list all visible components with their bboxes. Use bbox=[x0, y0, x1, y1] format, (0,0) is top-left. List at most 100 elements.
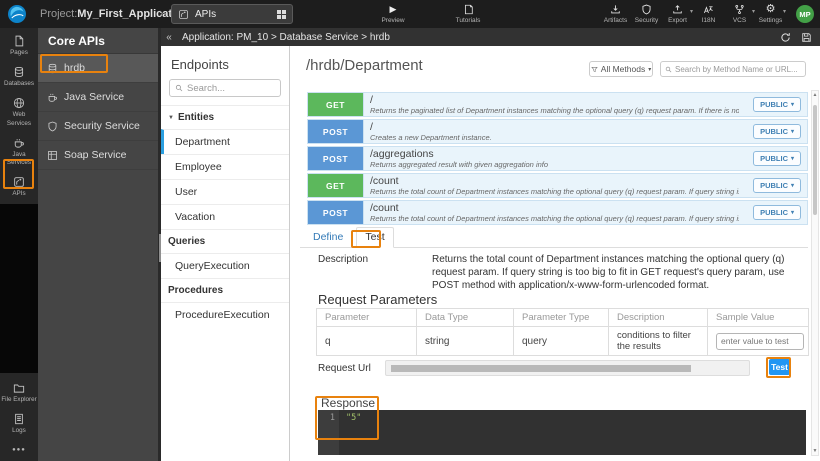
service-item-java-service[interactable]: Java Service bbox=[38, 83, 158, 112]
service-item-security-service[interactable]: Security Service bbox=[38, 112, 158, 141]
project-breadcrumb[interactable]: Project:My_First_Application bbox=[40, 8, 189, 20]
sidebar-item-databases[interactable]: Databases bbox=[0, 61, 38, 92]
service-item-soap-service[interactable]: Soap Service bbox=[38, 141, 158, 170]
access-level-dropdown[interactable]: PUBLIC▾ bbox=[753, 178, 801, 193]
upload-icon bbox=[672, 4, 683, 15]
description-label: Description bbox=[318, 254, 368, 265]
method-row-post-aggregations[interactable]: POST /aggregations Returns aggregated re… bbox=[307, 146, 808, 171]
tab-define[interactable]: Define bbox=[300, 228, 356, 247]
preview-button[interactable]: ▶ Preview bbox=[375, 4, 411, 24]
method-path: / bbox=[370, 122, 739, 133]
tutorials-button[interactable]: Tutorials bbox=[448, 4, 488, 24]
shield-icon bbox=[641, 4, 652, 15]
save-icon[interactable] bbox=[801, 32, 812, 43]
caret-down-icon: ▾ bbox=[791, 182, 794, 189]
sidebar-item-apis[interactable]: APIs bbox=[0, 171, 38, 202]
sidebar-item-file-explorer[interactable]: File Explorer bbox=[0, 377, 38, 408]
search-icon bbox=[665, 66, 672, 73]
topbar-actions: Artifacts Security Export ▾ I18N VCS ▾ bbox=[600, 4, 786, 24]
method-path: / bbox=[370, 95, 739, 106]
all-methods-dropdown[interactable]: All Methods ▾ bbox=[589, 61, 653, 77]
sidebar-item-java-services[interactable]: Java Services bbox=[0, 132, 38, 171]
endpoints-panel: Endpoints ▼ Entities Department Employee… bbox=[161, 46, 290, 461]
security-button[interactable]: Security bbox=[631, 4, 662, 24]
api-icon bbox=[178, 9, 189, 20]
vertical-scrollbar[interactable]: ▲ ▼ bbox=[811, 90, 819, 456]
workspace-selector[interactable]: APIs bbox=[171, 4, 293, 24]
endpoint-item-queryexecution[interactable]: QueryExecution bbox=[161, 253, 289, 278]
response-title: Response bbox=[321, 396, 375, 410]
export-button[interactable]: Export ▾ bbox=[662, 4, 693, 24]
branch-icon bbox=[734, 4, 745, 15]
vcs-button[interactable]: VCS ▾ bbox=[724, 4, 755, 24]
service-item-hrdb[interactable]: hrdb bbox=[38, 54, 158, 83]
request-url-field[interactable] bbox=[385, 360, 750, 376]
breadcrumb: Application: PM_10 > Database Service > … bbox=[182, 32, 390, 43]
settings-button[interactable]: ⚙ Settings ▾ bbox=[755, 4, 786, 24]
translate-icon bbox=[703, 4, 714, 15]
col-description: Description bbox=[609, 309, 708, 327]
scroll-down-icon[interactable]: ▼ bbox=[812, 448, 818, 454]
method-verb-badge: GET bbox=[308, 174, 363, 197]
sidebar-item-web-services[interactable]: Web Services bbox=[0, 92, 38, 131]
endpoint-item-procedureexecution[interactable]: ProcedureExecution bbox=[161, 302, 289, 327]
play-icon: ▶ bbox=[390, 4, 397, 15]
method-row-get-count[interactable]: GET /count Returns the total count of De… bbox=[307, 173, 808, 198]
caret-down-icon: ▼ bbox=[168, 115, 174, 121]
method-row-get-root[interactable]: GET / Returns the paginated list of Depa… bbox=[307, 92, 808, 117]
cell-sample-value bbox=[708, 327, 809, 356]
access-level-dropdown[interactable]: PUBLIC▾ bbox=[753, 97, 801, 112]
chevron-right-icon: › bbox=[159, 5, 163, 20]
endpoints-section-queries[interactable]: Queries bbox=[161, 229, 289, 253]
grid-icon[interactable] bbox=[277, 10, 286, 19]
sidebar-item-logs[interactable]: Logs bbox=[0, 408, 38, 439]
search-icon bbox=[175, 84, 183, 92]
artifacts-button[interactable]: Artifacts bbox=[600, 4, 631, 24]
method-search-input[interactable] bbox=[675, 65, 801, 74]
scroll-up-icon[interactable]: ▲ bbox=[812, 92, 818, 98]
more-options-button[interactable]: ●●● bbox=[0, 439, 38, 455]
user-avatar[interactable]: MP bbox=[796, 5, 814, 23]
endpoints-search-input[interactable] bbox=[187, 83, 275, 94]
redacted-url-value bbox=[391, 365, 691, 372]
endpoint-item-department[interactable]: Department bbox=[161, 129, 289, 154]
request-url-label: Request Url bbox=[318, 363, 371, 374]
scrollbar-thumb[interactable] bbox=[813, 105, 817, 215]
line-number: 1 bbox=[330, 413, 335, 423]
method-description: Returns the paginated list of Department… bbox=[370, 106, 739, 115]
caret-down-icon: ▾ bbox=[791, 155, 794, 162]
caret-down-icon: ▾ bbox=[783, 8, 786, 15]
access-level-dropdown[interactable]: PUBLIC▾ bbox=[753, 151, 801, 166]
endpoint-item-employee[interactable]: Employee bbox=[161, 154, 289, 179]
method-description: Returns the total count of Department in… bbox=[370, 214, 739, 223]
endpoints-section-procedures[interactable]: Procedures bbox=[161, 278, 289, 302]
access-level-dropdown[interactable]: PUBLIC▾ bbox=[753, 205, 801, 220]
sidebar-item-pages[interactable]: Pages bbox=[0, 30, 38, 61]
soap-icon bbox=[47, 150, 58, 161]
core-apis-panel: Core APIs hrdb Java Service Security Ser… bbox=[38, 28, 158, 461]
method-row-post-count[interactable]: POST /count Returns the total count of D… bbox=[307, 200, 808, 225]
logs-icon bbox=[13, 413, 25, 425]
endpoint-item-user[interactable]: User bbox=[161, 179, 289, 204]
tab-test[interactable]: Test bbox=[356, 227, 393, 248]
collapse-panel-icon[interactable]: « bbox=[161, 32, 177, 43]
sample-value-input[interactable] bbox=[716, 333, 804, 350]
col-data-type: Data Type bbox=[417, 309, 514, 327]
method-verb-badge: POST bbox=[308, 147, 363, 170]
cell-parameter-type: query bbox=[514, 327, 609, 356]
caret-down-icon: ▾ bbox=[648, 66, 651, 73]
method-description: Returns the total count of Department in… bbox=[370, 187, 739, 196]
filter-icon bbox=[591, 66, 598, 73]
test-button[interactable]: Test bbox=[769, 359, 790, 375]
method-row-post-root[interactable]: POST / Creates a new Department instance… bbox=[307, 119, 808, 144]
refresh-icon[interactable] bbox=[780, 32, 791, 43]
endpoints-section-entities[interactable]: ▼ Entities bbox=[161, 105, 289, 129]
response-code-editor[interactable]: 1 "5" bbox=[318, 410, 806, 455]
access-level-dropdown[interactable]: PUBLIC▾ bbox=[753, 124, 801, 139]
coffee-icon bbox=[47, 92, 58, 103]
i18n-button[interactable]: I18N bbox=[693, 4, 724, 24]
method-description: Returns aggregated result with given agg… bbox=[370, 160, 739, 169]
method-verb-badge: POST bbox=[308, 120, 363, 143]
endpoint-item-vacation[interactable]: Vacation bbox=[161, 204, 289, 229]
app-logo-icon bbox=[7, 4, 27, 24]
